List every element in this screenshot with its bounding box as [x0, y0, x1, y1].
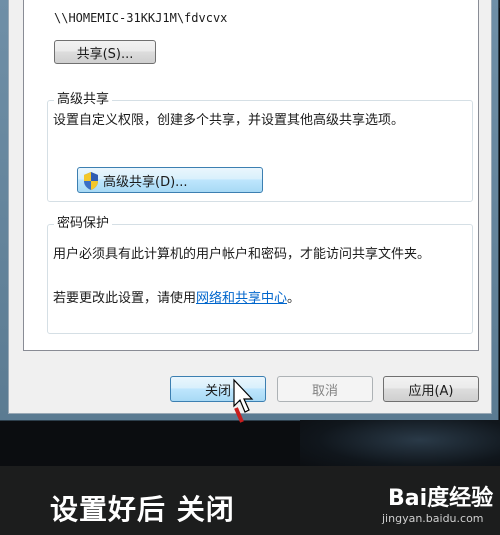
password-protection-description: 用户必须具有此计算机的用户帐户和密码，才能访问共享文件夹。 [53, 247, 431, 262]
mouse-cursor-icon [233, 378, 254, 423]
change-setting-suffix: 。 [287, 291, 301, 306]
change-setting-prefix: 若要更改此设置，请使用 [53, 291, 197, 306]
password-protection-title: 密码保护 [54, 216, 113, 232]
share-button[interactable]: 共享(S)... [54, 40, 156, 64]
sharing-tab-page: \\HOMEMIC-31KKJ1M\fdvcvx 共享(S)... 高级共享 设… [23, 0, 479, 351]
shield-icon [84, 172, 98, 190]
cancel-button[interactable]: 取消 [277, 376, 373, 402]
advanced-sharing-group: 高级共享 设置自定义权限，创建多个共享，并设置其他高级共享选项。 高级共享(D)… [47, 92, 473, 202]
baidu-jingyan-url: jingyan.baidu.com [382, 512, 484, 525]
baidu-jingyan-logo: Bai度经验 [388, 486, 494, 511]
advanced-sharing-title: 高级共享 [54, 92, 113, 108]
properties-window: \\HOMEMIC-31KKJ1M\fdvcvx 共享(S)... 高级共享 设… [0, 0, 499, 421]
advanced-sharing-button[interactable]: 高级共享(D)... [77, 167, 263, 193]
network-sharing-center-link[interactable]: 网络和共享中心 [196, 291, 287, 306]
window-client: \\HOMEMIC-31KKJ1M\fdvcvx 共享(S)... 高级共享 设… [8, 0, 492, 414]
background-car-image [300, 420, 500, 470]
network-path: \\HOMEMIC-31KKJ1M\fdvcvx [54, 11, 228, 25]
apply-button[interactable]: 应用(A) [383, 376, 479, 402]
banner-caption: 设置好后 关闭 [50, 493, 235, 526]
advanced-sharing-description: 设置自定义权限，创建多个共享，并设置其他高级共享选项。 [53, 113, 405, 128]
change-setting-text: 若要更改此设置，请使用网络和共享中心。 [53, 291, 467, 307]
advanced-sharing-button-label: 高级共享(D)... [103, 174, 188, 190]
password-protection-group: 密码保护 用户必须具有此计算机的用户帐户和密码，才能访问共享文件夹。 若要更改此… [47, 216, 473, 334]
